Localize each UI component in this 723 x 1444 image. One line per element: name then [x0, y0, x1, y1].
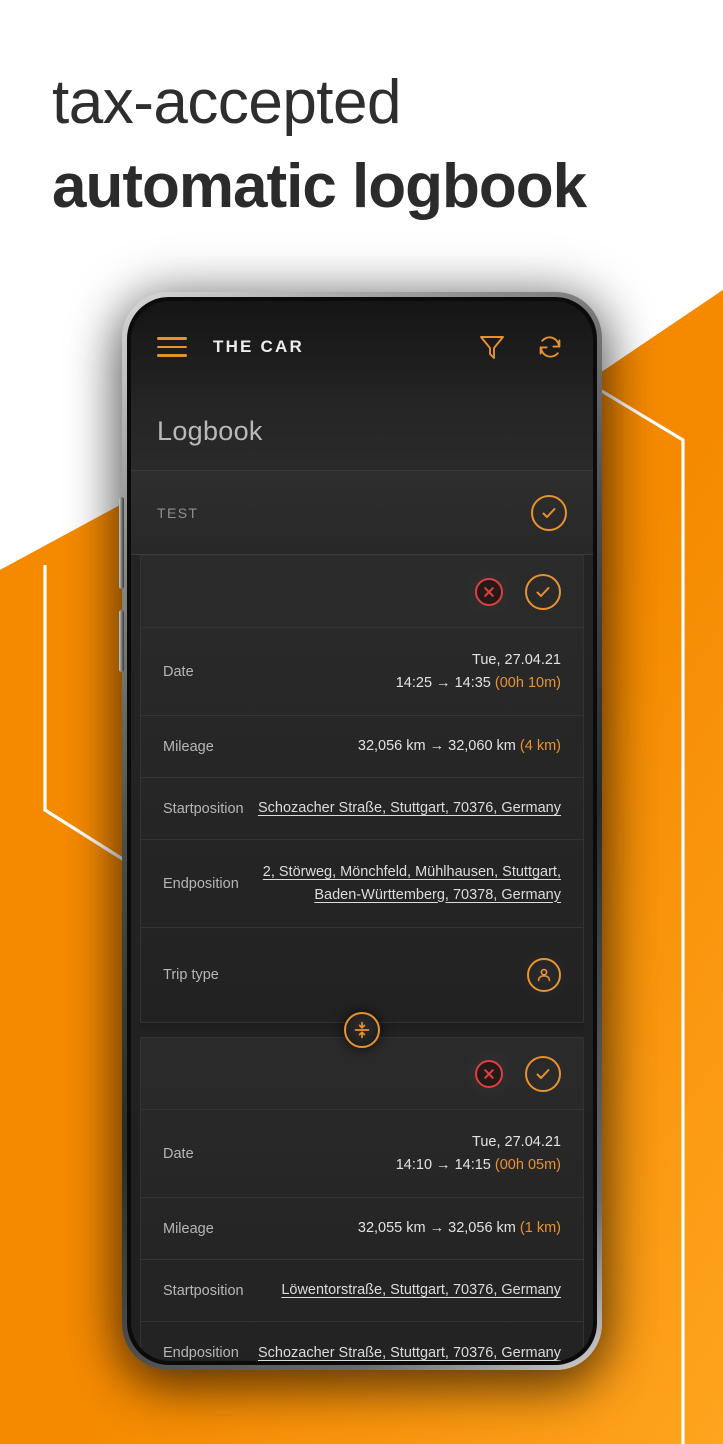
app-title: THE CAR — [213, 337, 304, 356]
filter-funnel-icon[interactable] — [475, 330, 509, 364]
trip-card-actions — [141, 556, 583, 628]
row-value-startposition: Löwentorstraße, Stuttgart, 70376, German… — [281, 1279, 561, 1301]
row-label-endposition: Endposition — [163, 1345, 239, 1361]
trip-date-day: Tue, 27.04.21 — [472, 652, 561, 669]
reject-circle-icon[interactable] — [475, 577, 503, 606]
row-value-mileage: 32,055 km → 32,056 km (1 km) — [358, 1217, 561, 1239]
refresh-sync-icon[interactable] — [533, 330, 567, 364]
row-value-endposition: Schozacher Straße, Stuttgart, 70376, Ger… — [258, 1342, 561, 1361]
trip-date-times: 14:10 → 14:15 — [395, 1156, 491, 1173]
trip-startposition[interactable]: Löwentorstraße, Stuttgart, 70376, German… — [281, 1282, 561, 1298]
check-circle-icon[interactable] — [525, 1055, 561, 1092]
trip-date-times: 14:25 → 14:35 — [395, 674, 491, 691]
row-value-startposition: Schozacher Straße, Stuttgart, 70376, Ger… — [258, 797, 561, 819]
row-label-startposition: Startposition — [163, 1282, 244, 1299]
row-label-endposition: Endposition — [163, 875, 239, 892]
row-label-mileage: Mileage — [163, 1220, 214, 1237]
group-header-test: TEST — [131, 471, 593, 555]
trip-row-endposition[interactable]: Endposition Schozacher Straße, Stuttgart… — [141, 1322, 583, 1361]
person-circle-icon[interactable] — [527, 958, 561, 992]
trip-date-times-wrap: 14:25 → 14:35 (00h 10m) — [396, 672, 561, 694]
group-label: TEST — [157, 504, 199, 521]
headline-block: tax-accepted automatic logbook — [52, 68, 587, 221]
trip-row-trip-type[interactable]: Trip type — [141, 928, 583, 1022]
row-value-date: Tue, 27.04.21 14:25 → 14:35 (00h 10m) — [396, 649, 561, 694]
power-button[interactable] — [119, 610, 124, 672]
trip-endposition-line-1[interactable]: 2, Störweg, Mönchfeld, Mühlhausen, Stutt… — [263, 861, 561, 883]
group-accept-all-button[interactable] — [531, 494, 567, 531]
card-divider-gap — [140, 1012, 584, 1048]
trip-endposition-line-1[interactable]: Schozacher Straße, Stuttgart, 70376, Ger… — [258, 1345, 561, 1361]
trip-row-endposition[interactable]: Endposition 2, Störweg, Mönchfeld, Mühlh… — [141, 840, 583, 928]
trip-row-mileage[interactable]: Mileage 32,056 km → 32,060 km (4 km) — [141, 716, 583, 778]
volume-button[interactable] — [119, 497, 124, 589]
app-bar-actions — [475, 330, 567, 364]
row-value-date: Tue, 27.04.21 14:10 → 14:15 (00h 05m) — [396, 1131, 561, 1176]
trip-row-startposition[interactable]: Startposition Löwentorstraße, Stuttgart,… — [141, 1260, 583, 1322]
page-title: Logbook — [157, 416, 263, 446]
trip-mileage-range: 32,056 km → 32,060 km — [357, 738, 516, 755]
page-title-bar: Logbook — [131, 393, 593, 471]
hamburger-menu-icon[interactable] — [157, 337, 187, 357]
trip-date-times-wrap: 14:10 → 14:15 (00h 05m) — [396, 1154, 561, 1176]
merge-trips-handle[interactable] — [344, 1012, 380, 1048]
trip-card: Date Tue, 27.04.21 14:10 → 14:15 (00h 05… — [140, 1037, 584, 1361]
app-bar: THE CAR — [131, 301, 593, 393]
check-circle-icon[interactable] — [525, 573, 561, 610]
phone-screen: THE CAR Logbook TEST Date Tue, 27.04.21 … — [131, 301, 593, 1361]
trip-row-date[interactable]: Date Tue, 27.04.21 14:10 → 14:15 (00h 05… — [141, 1110, 583, 1198]
trip-row-startposition[interactable]: Startposition Schozacher Straße, Stuttga… — [141, 778, 583, 840]
phone-device: THE CAR Logbook TEST Date Tue, 27.04.21 … — [119, 292, 602, 1370]
row-label-trip-type: Trip type — [163, 967, 219, 983]
merge-trips-icon[interactable] — [344, 1012, 380, 1048]
trip-type-value — [527, 958, 561, 992]
trip-list: Date Tue, 27.04.21 14:25 → 14:35 (00h 10… — [131, 555, 593, 1361]
row-label-date: Date — [163, 1145, 194, 1162]
trip-date-duration: (00h 10m) — [494, 674, 561, 691]
trip-card: Date Tue, 27.04.21 14:25 → 14:35 (00h 10… — [140, 555, 584, 1023]
row-label-date: Date — [163, 663, 194, 680]
trip-row-date[interactable]: Date Tue, 27.04.21 14:25 → 14:35 (00h 10… — [141, 628, 583, 716]
row-value-endposition: 2, Störweg, Mönchfeld, Mühlhausen, Stutt… — [263, 861, 561, 906]
trip-date-duration: (00h 05m) — [494, 1156, 561, 1173]
trip-card-actions — [141, 1038, 583, 1110]
trip-mileage-range: 32,055 km → 32,056 km — [357, 1220, 516, 1237]
headline-line-1: tax-accepted — [52, 68, 402, 137]
trip-mileage-delta: (1 km) — [519, 1220, 561, 1237]
phone-bezel: THE CAR Logbook TEST Date Tue, 27.04.21 … — [127, 297, 597, 1365]
trip-row-mileage[interactable]: Mileage 32,055 km → 32,056 km (1 km) — [141, 1198, 583, 1260]
trip-startposition[interactable]: Schozacher Straße, Stuttgart, 70376, Ger… — [258, 800, 561, 816]
row-value-mileage: 32,056 km → 32,060 km (4 km) — [358, 735, 561, 757]
trip-endposition-line-2[interactable]: Baden-Württemberg, 70378, Germany — [263, 884, 561, 906]
headline-line-2: automatic logbook — [52, 152, 587, 221]
row-label-mileage: Mileage — [163, 738, 214, 755]
row-label-startposition: Startposition — [163, 800, 244, 817]
trip-mileage-delta: (4 km) — [519, 738, 561, 755]
trip-date-day: Tue, 27.04.21 — [472, 1134, 561, 1151]
reject-circle-icon[interactable] — [475, 1059, 503, 1088]
